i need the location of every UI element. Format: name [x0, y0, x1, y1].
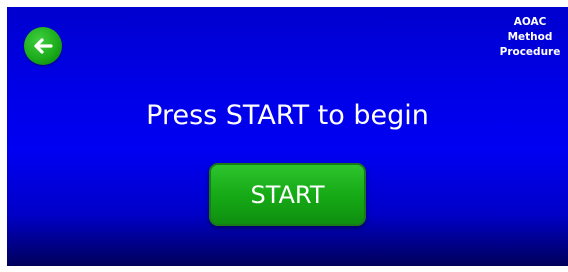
start-prompt: Press START to begin — [146, 100, 429, 131]
back-arrow-icon — [31, 34, 55, 58]
method-procedure-label: AOAC Method Procedure — [495, 15, 565, 60]
header-note-line: Method — [507, 31, 553, 43]
header-note-line: AOAC — [513, 16, 547, 28]
back-button[interactable] — [24, 27, 62, 65]
start-button[interactable]: START — [209, 163, 366, 226]
header-note-line: Procedure — [499, 46, 561, 58]
main-screen: AOAC Method Procedure Press START to beg… — [7, 7, 568, 266]
